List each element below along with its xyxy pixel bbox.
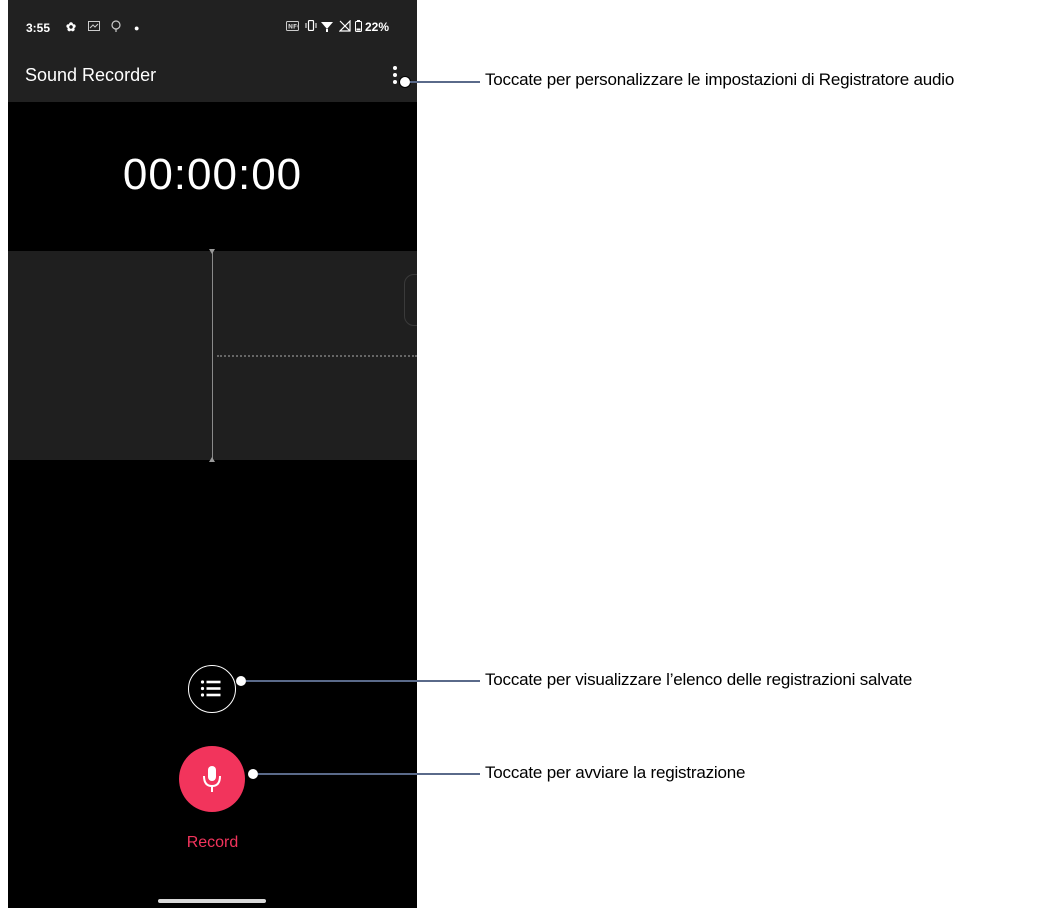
waveform-baseline — [217, 355, 417, 357]
settings-callout-line — [410, 81, 480, 83]
list-callout-line — [246, 680, 480, 682]
list-callout-text: Toccate per visualizzare l’elenco delle … — [485, 670, 913, 689]
record-button[interactable] — [179, 746, 245, 812]
record-label: Record — [186, 834, 239, 851]
battery-percent: 22% — [365, 20, 390, 34]
waveform-edge-marker — [404, 274, 417, 326]
dot-icon: ● — [134, 23, 140, 33]
app-title: Sound Recorder — [25, 65, 157, 85]
mic-icon — [203, 766, 221, 792]
more-vert-icon[interactable] — [391, 66, 399, 88]
status-time: 3:55 — [26, 21, 51, 35]
app-bar: Sound Recorder — [8, 54, 417, 102]
no-signal-icon — [338, 19, 351, 35]
bulb-icon — [111, 20, 121, 36]
status-bar: 3:55 ✿ ● NFC 22% — [8, 0, 417, 54]
record-callout-line — [258, 773, 480, 775]
list-icon — [200, 680, 221, 697]
nfc-icon: NFC — [286, 20, 302, 34]
waveform-area — [8, 249, 417, 462]
playhead-line — [212, 251, 213, 460]
phone-screen: 3:55 ✿ ● NFC 22% Sound Recorder 00:00:00 — [8, 0, 417, 908]
settings-callout-text: Toccate per personalizzare le impostazio… — [485, 70, 955, 89]
recording-timer: 00:00:00 — [122, 150, 303, 199]
svg-text:NFC: NFC — [288, 24, 299, 31]
photo-icon — [88, 20, 100, 34]
home-indicator[interactable] — [158, 899, 266, 903]
playhead-bottom-marker — [209, 457, 215, 462]
playhead-top-marker — [209, 249, 215, 254]
wifi-icon — [321, 20, 333, 35]
settings-icon: ✿ — [66, 20, 77, 34]
recordings-list-button[interactable] — [188, 665, 236, 713]
battery-icon — [355, 20, 362, 35]
record-callout-text: Toccate per avviare la registrazione — [485, 763, 746, 782]
vibrate-icon — [305, 19, 317, 34]
